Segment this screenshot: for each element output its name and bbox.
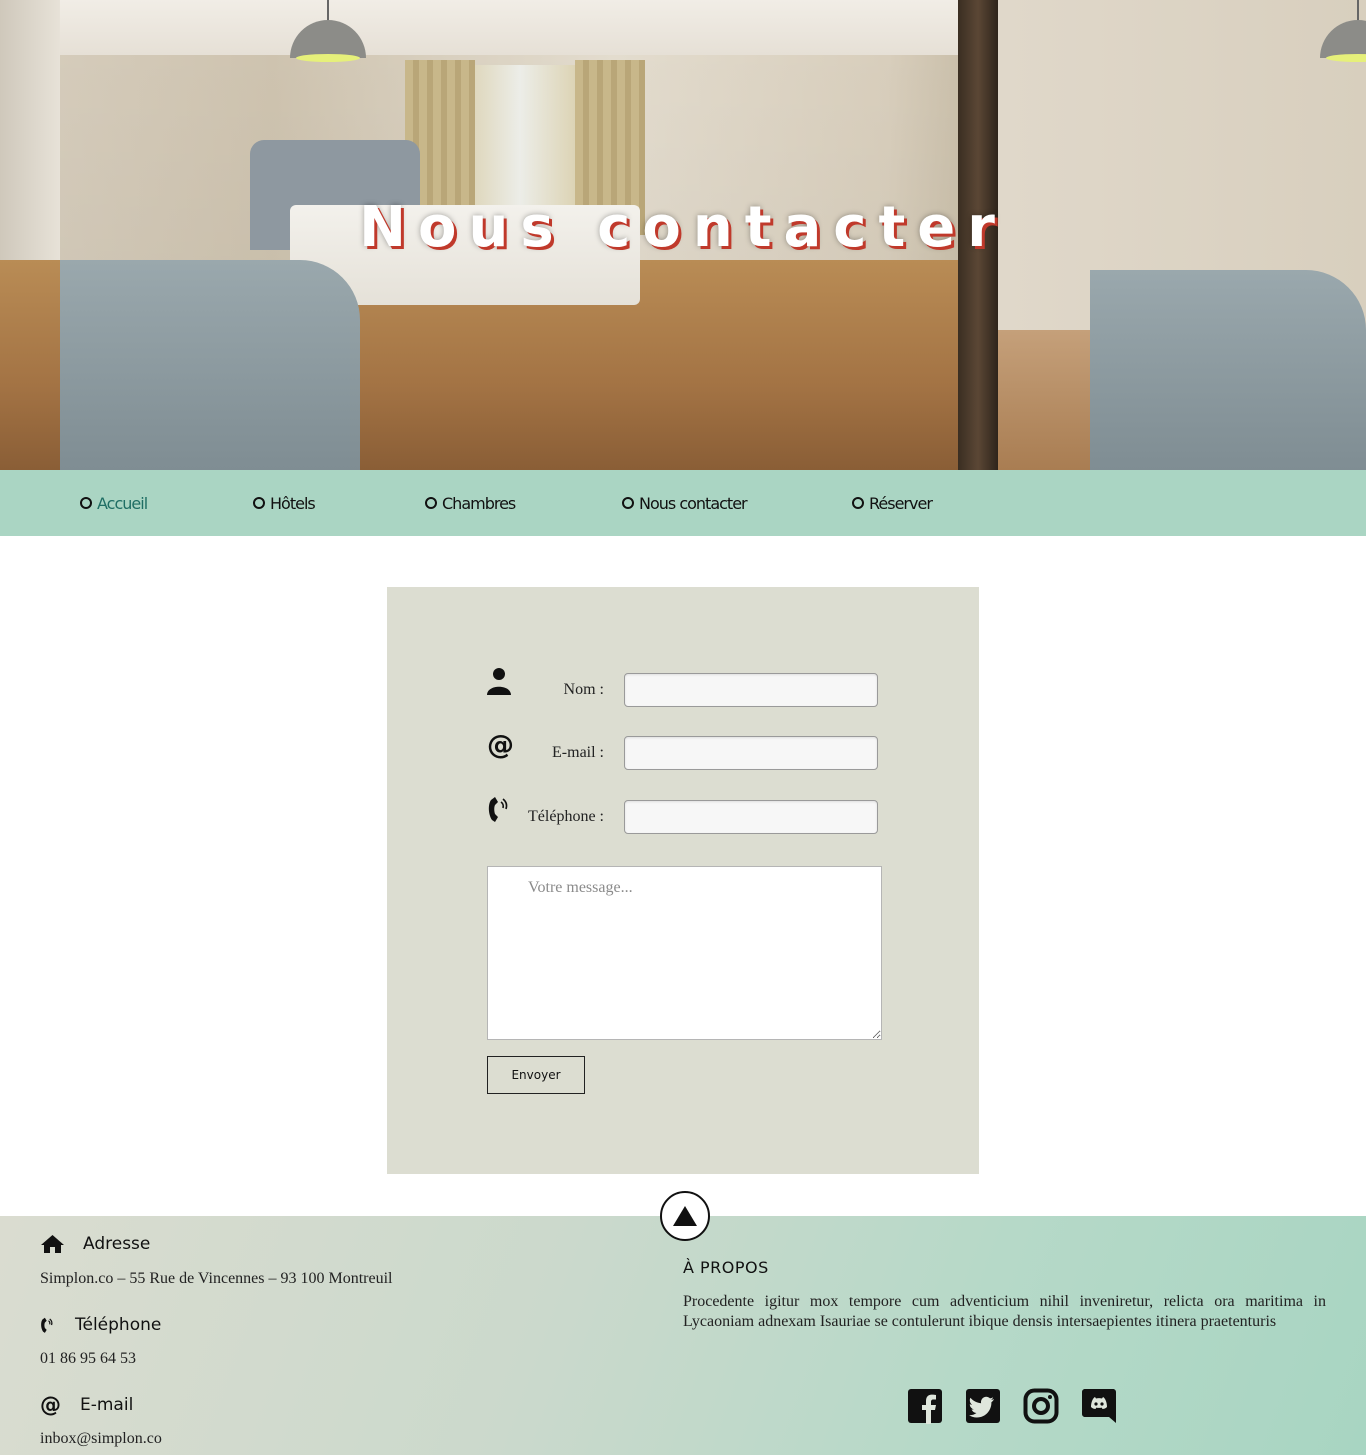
phone-label: Téléphone : [528,808,604,825]
circle-bullet-icon [622,497,634,509]
nav-item-hotels[interactable]: Hôtels [253,492,316,514]
instagram-icon[interactable] [1023,1388,1059,1424]
at-icon: @ [40,1394,61,1416]
email-text[interactable]: inbox@simplon.co [40,1430,162,1448]
pendant-lamp [290,0,366,62]
circle-bullet-icon [253,497,265,509]
main-nav: Accueil Hôtels Chambres Nous contacter R… [0,470,1366,536]
email-heading: @ E-mail [40,1394,133,1416]
at-icon: @ [487,730,514,760]
name-label: Nom : [563,681,604,698]
email-title: E-mail [80,1395,134,1415]
hero-banner: Nous contacter [0,0,1366,470]
nav-item-label: Chambres [442,493,516,513]
contact-form-card: Nom : @ E-mail : Téléphone : Envoyer [387,587,979,1174]
svg-text:@: @ [487,730,514,760]
nav-item-chambres[interactable]: Chambres [425,492,516,514]
address-title: Adresse [83,1234,151,1254]
email-field[interactable] [624,736,878,770]
nav-item-label: Hôtels [270,493,316,513]
email-row: @ E-mail : [487,730,879,772]
name-field[interactable] [624,673,878,707]
nav-item-nous-contacter[interactable]: Nous contacter [622,492,748,514]
phone-field[interactable] [624,800,878,834]
send-button[interactable]: Envoyer [487,1056,585,1094]
user-icon [487,668,511,695]
nav-item-reserver[interactable]: Réserver [852,492,933,514]
nav-item-accueil[interactable]: Accueil [80,492,148,514]
phone-title: Téléphone [75,1315,162,1335]
page-title: Nous contacter [359,195,1007,260]
site-footer: Adresse Simplon.co – 55 Rue de Vincennes… [0,1216,1366,1455]
address-text: Simplon.co – 55 Rue de Vincennes – 93 10… [40,1270,393,1287]
email-label: E-mail : [552,744,604,761]
svg-text:@: @ [40,1394,61,1416]
hero-sofa [60,260,360,470]
name-row: Nom : [487,668,879,709]
message-textarea[interactable] [487,866,882,1040]
phone-ringing-icon [488,797,508,822]
phone-row: Téléphone : [487,797,879,836]
about-title: À PROPOS [683,1258,769,1277]
nav-item-label: Réserver [869,493,933,513]
discord-icon[interactable] [1081,1388,1117,1424]
phone-heading: Téléphone [40,1314,161,1336]
circle-bullet-icon [80,497,92,509]
triangle-up-icon [673,1206,697,1226]
address-heading: Adresse [40,1234,150,1254]
facebook-icon[interactable] [907,1388,943,1424]
home-icon [41,1235,64,1253]
circle-bullet-icon [852,497,864,509]
about-text: Procedente igitur mox tempore cum advent… [683,1293,1326,1330]
twitter-icon[interactable] [965,1388,1001,1424]
phone-ringing-icon [41,1317,53,1333]
hero-mirror-sofa [1090,270,1366,470]
phone-text: 01 86 95 64 53 [40,1350,136,1367]
nav-item-label: Accueil [97,493,148,513]
scroll-to-top-button[interactable] [660,1191,710,1241]
nav-item-label: Nous contacter [639,493,748,513]
circle-bullet-icon [425,497,437,509]
pendant-lamp-reflection [1320,0,1366,62]
